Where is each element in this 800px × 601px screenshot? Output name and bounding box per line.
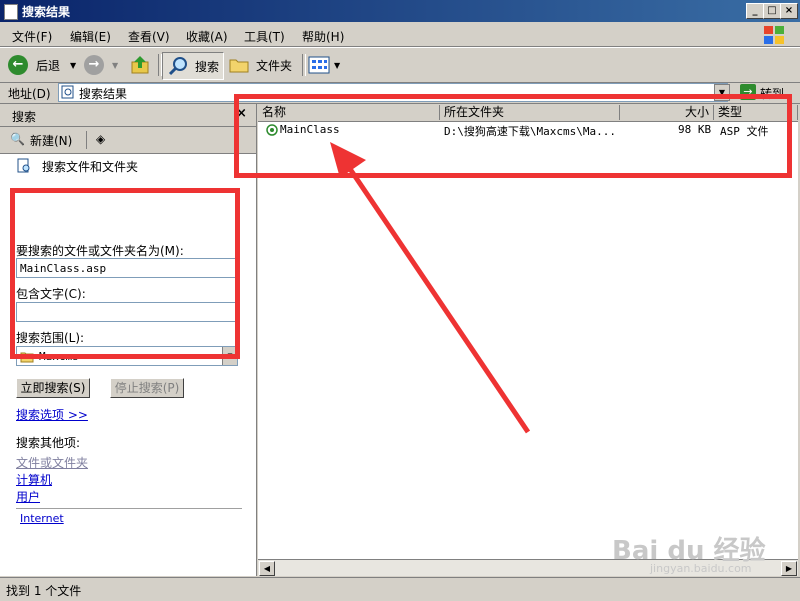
back-arrow-icon: ← — [8, 55, 28, 75]
menu-edit[interactable]: 编辑(E) — [70, 28, 111, 45]
explorer-window: 搜索结果 _ □ × 文件(F) 编辑(E) 查看(V) 收藏(A) 工具(T)… — [0, 0, 800, 601]
back-label: 后退 — [36, 58, 61, 73]
folders-label: 文件夹 — [256, 58, 293, 73]
address-value: 搜索结果 — [79, 87, 128, 101]
other-computers-link[interactable]: 计算机 — [16, 471, 52, 488]
scroll-right-icon[interactable]: ▶ — [781, 561, 797, 576]
stop-search-button[interactable]: 停止搜索(P) — [110, 378, 184, 398]
search-companion-icon[interactable]: ◈ — [96, 132, 105, 146]
internet-link[interactable]: Internet — [20, 512, 64, 525]
up-folder-icon — [131, 56, 149, 74]
toolbar: ← 后退 ▼ → ▼ 搜索 文件夹 ▼ — [0, 47, 800, 83]
divider — [16, 508, 242, 509]
menu-favorites[interactable]: 收藏(A) — [186, 28, 228, 45]
folders-button[interactable]: 文件夹 — [228, 52, 292, 78]
minimize-button[interactable]: _ — [746, 3, 764, 19]
pane-separator — [86, 131, 87, 149]
baidu-watermark-url: jingyan.baidu.com — [650, 562, 752, 575]
menu-help[interactable]: 帮助(H) — [302, 28, 344, 45]
search-files-icon — [17, 158, 30, 173]
scroll-left-icon[interactable]: ◀ — [259, 561, 275, 576]
back-dropdown-icon[interactable]: ▼ — [70, 61, 76, 70]
new-search-button[interactable]: 新建(N) — [30, 132, 72, 149]
views-icon — [308, 56, 330, 74]
annotation-box-results — [234, 94, 792, 178]
search-pane-header: 搜索 × — [0, 104, 256, 127]
search-pane-toolbar: 🔍 新建(N) ◈ — [0, 127, 256, 154]
address-label: 地址(D) — [8, 87, 51, 101]
search-options-link[interactable]: 搜索选项 >> — [16, 406, 88, 423]
search-button[interactable]: 搜索 — [162, 52, 225, 80]
search-now-button[interactable]: 立即搜索(S) — [16, 378, 90, 398]
menu-bar: 文件(F) 编辑(E) 查看(V) 收藏(A) 工具(T) 帮助(H) — [0, 24, 800, 47]
forward-arrow-icon: → — [84, 55, 104, 75]
window-title: 搜索结果 — [22, 5, 71, 19]
forward-dropdown-icon[interactable]: ▼ — [112, 61, 118, 70]
search-results-icon — [61, 85, 74, 99]
status-bar: 找到 1 个文件 — [0, 577, 800, 601]
search-label: 搜索 — [195, 59, 220, 74]
close-button[interactable]: × — [780, 3, 798, 19]
search-other-label: 搜索其他项: — [16, 436, 81, 450]
other-users-link[interactable]: 用户 — [16, 488, 40, 505]
views-button[interactable]: ▼ — [308, 52, 340, 78]
search-pane-title: 搜索 — [12, 110, 37, 124]
back-button[interactable]: ← 后退 ▼ — [8, 52, 76, 78]
views-dropdown-icon[interactable]: ▼ — [334, 61, 340, 70]
up-folder-button[interactable] — [130, 52, 152, 78]
status-text: 找到 1 个文件 — [6, 584, 82, 598]
folder-icon — [229, 59, 249, 73]
annotation-box-search-form — [10, 188, 240, 359]
other-files-folders-link[interactable]: 文件或文件夹 — [16, 454, 88, 471]
menu-tools[interactable]: 工具(T) — [244, 28, 285, 45]
toolbar-separator — [302, 54, 306, 76]
forward-button[interactable]: → ▼ — [84, 52, 118, 78]
menu-file[interactable]: 文件(F) — [12, 28, 52, 45]
search-heading: 搜索文件和文件夹 — [42, 160, 139, 174]
document-icon — [4, 4, 18, 20]
menu-view[interactable]: 查看(V) — [128, 28, 170, 45]
new-search-icon: 🔍 — [10, 132, 25, 146]
title-bar: 搜索结果 _ □ × — [0, 0, 800, 22]
windows-logo-icon — [764, 26, 784, 44]
maximize-button[interactable]: □ — [763, 3, 781, 19]
search-icon — [168, 57, 187, 76]
